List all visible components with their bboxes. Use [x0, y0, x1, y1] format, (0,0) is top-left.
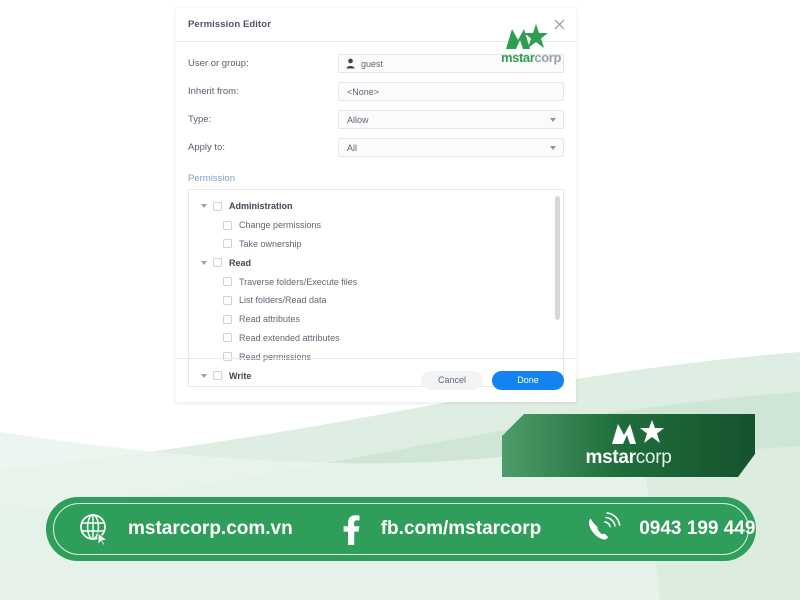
- permission-editor-dialog: Permission Editor User or group: guest I…: [176, 8, 576, 402]
- permission-checkbox[interactable]: [223, 295, 232, 305]
- website-text: mstarcorp.com.vn: [128, 518, 293, 539]
- dialog-titlebar: Permission Editor: [176, 8, 576, 42]
- form-area: User or group: guest Inherit from: <None…: [176, 42, 576, 159]
- permission-checkbox[interactable]: [223, 314, 232, 324]
- contact-facebook[interactable]: fb.com/mstarcorp: [341, 513, 541, 545]
- chevron-down-icon[interactable]: [199, 260, 209, 265]
- person-icon: [346, 58, 355, 69]
- inherit-from-input[interactable]: <None>: [338, 82, 564, 101]
- permission-label: Read attributes: [239, 314, 301, 325]
- permission-child-row[interactable]: Take ownership: [189, 235, 563, 254]
- user-or-group-value: guest: [361, 58, 384, 69]
- globe-icon: [80, 514, 109, 546]
- label-inherit-from: Inherit from:: [188, 86, 239, 97]
- permission-label: Change permissions: [239, 220, 322, 231]
- mstarcorp-logo-banner: mstarcorp: [502, 414, 755, 477]
- form-row-apply-to: Apply to: All: [188, 136, 564, 159]
- permission-child-row[interactable]: Traverse folders/Execute files: [189, 272, 563, 291]
- apply-to-value: All: [347, 142, 358, 153]
- form-row-type: Type: Allow: [188, 108, 564, 131]
- permission-child-row[interactable]: List folders/Read data: [189, 291, 563, 310]
- contact-phone[interactable]: 0943 199 449: [585, 512, 755, 546]
- done-button[interactable]: Done: [492, 371, 564, 390]
- chevron-down-icon[interactable]: [199, 204, 209, 209]
- permission-checkbox[interactable]: [223, 220, 232, 230]
- permission-group-row[interactable]: Administration: [189, 197, 563, 216]
- apply-to-select[interactable]: All: [338, 138, 564, 157]
- page-title: Permission Editor: [188, 19, 271, 30]
- permission-group-row[interactable]: Read: [189, 253, 563, 272]
- permission-label: Read extended attributes: [239, 332, 340, 343]
- permission-checkbox[interactable]: [213, 258, 222, 268]
- contact-bar-inner: mstarcorp.com.vn fb.com/mstarcorp 0943 1…: [53, 503, 755, 555]
- permission-label: Read: [229, 257, 252, 268]
- type-value: Allow: [347, 114, 369, 125]
- phone-icon: [589, 512, 621, 540]
- inherit-from-value: <None>: [347, 86, 380, 97]
- permission-checkbox[interactable]: [223, 277, 232, 287]
- scrollbar-thumb[interactable]: [555, 196, 560, 320]
- permission-checkbox[interactable]: [213, 201, 222, 211]
- close-icon[interactable]: [551, 16, 567, 32]
- permission-child-row[interactable]: Read extended attributes: [189, 329, 563, 348]
- permission-child-row[interactable]: Change permissions: [189, 216, 563, 235]
- contact-bar: mstarcorp.com.vn fb.com/mstarcorp 0943 1…: [46, 497, 756, 561]
- facebook-text: fb.com/mstarcorp: [380, 518, 542, 539]
- label-apply-to: Apply to:: [188, 142, 225, 153]
- facebook-icon: [343, 515, 360, 545]
- permission-link[interactable]: Permission: [188, 173, 235, 184]
- banner-name-bold: mstar: [585, 447, 636, 468]
- permission-checkbox[interactable]: [223, 239, 232, 249]
- phone-text: 0943 199 449: [639, 518, 756, 539]
- banner-name-light: corp: [635, 447, 672, 468]
- cancel-button[interactable]: Cancel: [421, 371, 483, 390]
- permission-checkbox[interactable]: [223, 333, 232, 343]
- permission-label: List folders/Read data: [239, 295, 327, 306]
- label-type: Type:: [188, 114, 212, 125]
- chevron-down-icon[interactable]: [550, 145, 556, 150]
- permission-label: Administration: [229, 201, 293, 212]
- contact-website[interactable]: mstarcorp.com.vn: [78, 512, 293, 546]
- permission-label: Traverse folders/Execute files: [239, 276, 358, 287]
- form-row-inherit-from: Inherit from: <None>: [188, 80, 564, 103]
- form-row-user-or-group: User or group: guest: [188, 52, 564, 75]
- permission-scrollbar[interactable]: [555, 194, 560, 382]
- label-user-or-group: User or group:: [188, 58, 249, 69]
- dialog-footer: Cancel Done: [176, 358, 576, 402]
- user-or-group-input[interactable]: guest: [338, 54, 564, 73]
- permission-list: Administration Change permissions Take own…: [189, 190, 563, 385]
- chevron-down-icon[interactable]: [550, 117, 556, 122]
- mstar-star-icon: [612, 420, 664, 444]
- permission-label: Take ownership: [239, 238, 302, 249]
- type-select[interactable]: Allow: [338, 110, 564, 129]
- permission-child-row[interactable]: Read attributes: [189, 310, 563, 329]
- banner-wordmark: mstarcorp: [502, 448, 755, 468]
